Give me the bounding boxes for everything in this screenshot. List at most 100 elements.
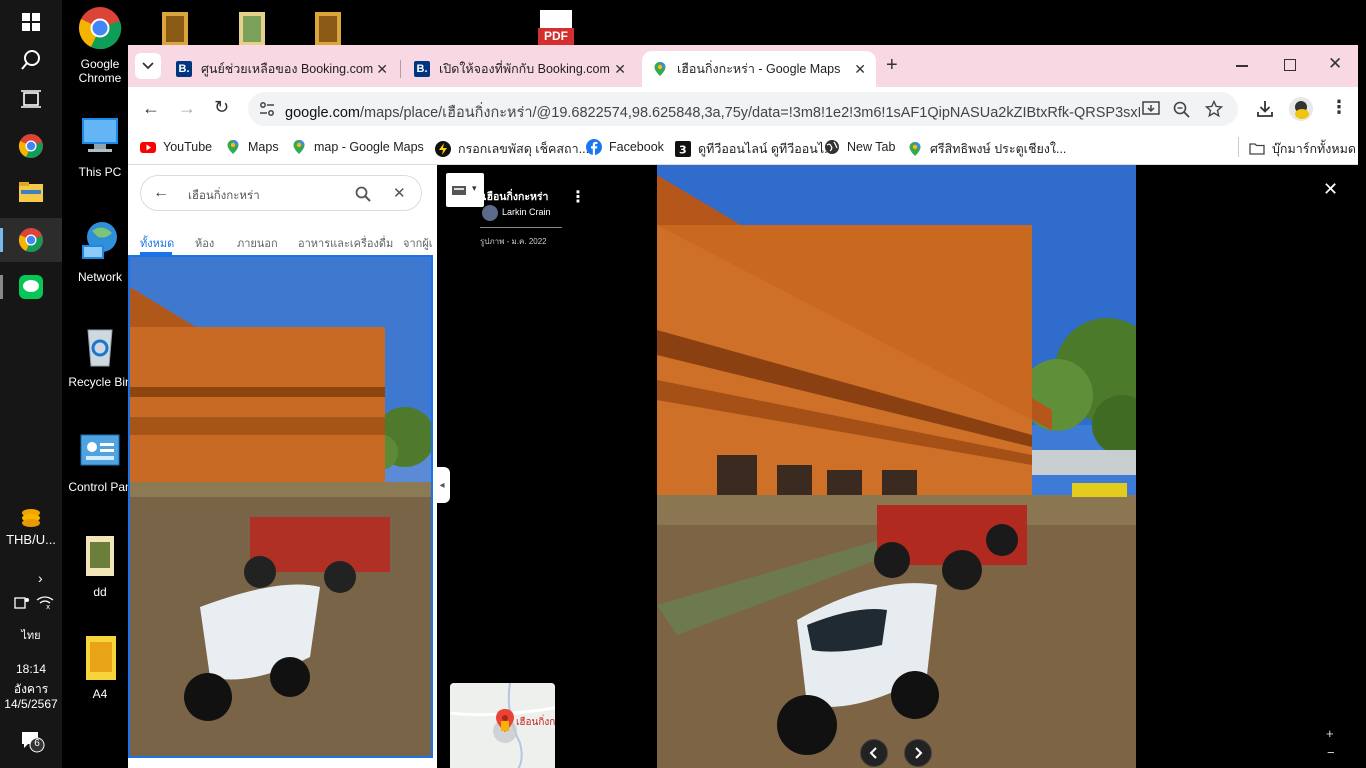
more-menu-icon[interactable]: ⋮ bbox=[1330, 97, 1348, 118]
bookmark-label: Maps bbox=[248, 140, 279, 154]
taskbar-chrome-2[interactable] bbox=[0, 218, 62, 262]
bookmark-facebook[interactable]: Facebook bbox=[586, 139, 664, 155]
desktop-icon-a4[interactable]: A4 bbox=[62, 636, 138, 701]
currency-widget-icon[interactable] bbox=[18, 505, 44, 531]
desktop-icon-label: Recycle Bin bbox=[68, 375, 132, 389]
bookmark-parcel-tracking[interactable]: กรอกเลขพัสดุ เช็คสถา... bbox=[435, 139, 589, 159]
photo-type-toggle[interactable]: ▾ bbox=[446, 173, 484, 207]
bookmarks-divider bbox=[1238, 137, 1239, 157]
zoom-in-button[interactable]: + bbox=[1326, 726, 1334, 741]
category-tab-rooms[interactable]: ห้อง bbox=[195, 234, 214, 252]
maps-page: ← เฮือนกิ่งกะหร่า ✕ ทั้งหมด ห้อง ภายนอก … bbox=[128, 165, 1358, 768]
close-icon[interactable]: ✕ bbox=[614, 61, 626, 78]
search-input[interactable]: เฮือนกิ่งกะหร่า bbox=[188, 187, 260, 205]
address-bar[interactable]: google.com/maps/place/เฮือนกิ่งกะหร่า/@1… bbox=[248, 92, 1238, 126]
bookmark-map-google-maps[interactable]: map - Google Maps bbox=[291, 139, 424, 155]
desktop-icon-network[interactable]: Network bbox=[62, 219, 138, 284]
search-icon[interactable] bbox=[355, 186, 371, 202]
forward-button[interactable]: → bbox=[178, 98, 196, 119]
next-photo-button[interactable] bbox=[904, 739, 932, 767]
tab-booking-join[interactable]: B. เปิดให้จองที่พักกับ Booking.com ✕ bbox=[404, 51, 636, 87]
category-tab-all[interactable]: ทั้งหมด bbox=[140, 234, 174, 252]
tab-divider bbox=[400, 60, 401, 78]
desktop-icon-recycle-bin[interactable]: Recycle Bin bbox=[62, 324, 138, 389]
search-button[interactable] bbox=[0, 38, 62, 82]
tablet-mode-icon[interactable] bbox=[14, 596, 30, 610]
bookmarks-bar: YouTube Maps map - Google Maps กรอกเลขพั… bbox=[128, 131, 1358, 165]
resort-photo bbox=[657, 165, 1136, 768]
category-tab-exterior[interactable]: ภายนอก bbox=[237, 234, 278, 252]
desktop-icon-this-pc[interactable]: This PC bbox=[62, 114, 138, 179]
contributor-name[interactable]: Larkin Crain bbox=[502, 207, 551, 217]
maximize-button[interactable] bbox=[1284, 59, 1296, 71]
chevron-left-icon bbox=[869, 747, 877, 759]
collapse-handle[interactable] bbox=[246, 761, 314, 768]
task-view-icon bbox=[21, 90, 41, 108]
taskbar-line[interactable] bbox=[0, 265, 62, 309]
taskbar-file-explorer[interactable] bbox=[0, 170, 62, 214]
image-file-icon bbox=[162, 12, 188, 46]
maps-search-box[interactable]: ← เฮือนกิ่งกะหร่า ✕ bbox=[140, 175, 422, 211]
url-text[interactable]: google.com/maps/place/เฮือนกิ่งกะหร่า/@1… bbox=[285, 101, 1140, 124]
back-arrow-icon[interactable]: ← bbox=[153, 184, 169, 202]
tab-search-button[interactable] bbox=[135, 53, 161, 79]
collapse-panel-button[interactable]: ◂ bbox=[434, 467, 450, 503]
bookmark-maps[interactable]: Maps bbox=[225, 139, 279, 155]
bookmark-star-icon[interactable] bbox=[1205, 100, 1223, 118]
reload-button[interactable]: ↻ bbox=[214, 97, 229, 118]
clock-time[interactable]: 18:14 bbox=[0, 662, 62, 676]
active-indicator bbox=[0, 228, 3, 252]
desktop-icon-label: Network bbox=[77, 270, 122, 284]
clock-date[interactable]: 14/5/2567 bbox=[0, 697, 62, 711]
site-info-icon[interactable] bbox=[259, 102, 275, 116]
more-options-icon[interactable]: ⋮ bbox=[570, 187, 586, 207]
task-view-button[interactable] bbox=[0, 77, 62, 121]
new-tab-button[interactable]: + bbox=[886, 54, 898, 77]
desktop-image-file-1[interactable] bbox=[158, 10, 192, 46]
tab-google-maps[interactable]: เฮือนกิ่งกะหร่า - Google Maps ✕ bbox=[642, 51, 876, 87]
back-button[interactable]: ← bbox=[142, 98, 160, 119]
tab-booking-help[interactable]: B. ศูนย์ช่วยเหลือของ Booking.com ✕ bbox=[166, 51, 398, 87]
network-disconnected-icon[interactable]: x bbox=[36, 596, 54, 611]
bookmark-label: กรอกเลขพัสดุ เช็คสถา... bbox=[458, 142, 590, 156]
minimize-button[interactable] bbox=[1236, 65, 1248, 67]
bookmark-tv-online[interactable]: 3 ดูทีวีออนไลน์ ดูทีวีออนไ... bbox=[675, 139, 835, 159]
clear-search-icon[interactable]: ✕ bbox=[393, 184, 406, 202]
profile-avatar[interactable] bbox=[1289, 97, 1313, 121]
desktop-icon-google-chrome[interactable]: Google Chrome bbox=[62, 6, 138, 85]
desktop-image-file-3[interactable] bbox=[311, 10, 345, 46]
currency-widget-label[interactable]: THB/U... bbox=[0, 532, 62, 547]
bookmark-srisitthipong[interactable]: ศรีสิทธิพงษ์ ประตูเชียงใ... bbox=[907, 139, 1066, 159]
bookmark-new-tab[interactable]: New Tab bbox=[824, 139, 895, 155]
close-icon[interactable]: ✕ bbox=[376, 61, 388, 78]
tab-title: ศูนย์ช่วยเหลือของ Booking.com bbox=[201, 62, 374, 76]
action-center-button[interactable]: 6 bbox=[20, 730, 46, 754]
input-language[interactable]: ไทย bbox=[0, 626, 62, 644]
category-tab-by-owner[interactable]: จากผู้เ bbox=[403, 234, 433, 252]
taskbar-chrome-1[interactable] bbox=[0, 124, 62, 168]
computer-icon bbox=[82, 118, 118, 152]
close-photo-viewer-button[interactable]: ✕ bbox=[1323, 179, 1338, 200]
zoom-out-button[interactable]: − bbox=[1327, 745, 1335, 760]
bookmark-youtube[interactable]: YouTube bbox=[140, 139, 212, 155]
tab-title: เฮือนกิ่งกะหร่า - Google Maps bbox=[677, 62, 841, 76]
close-window-button[interactable]: ✕ bbox=[1328, 54, 1342, 74]
show-hidden-icons-button[interactable]: › bbox=[38, 570, 43, 586]
install-app-icon[interactable] bbox=[1142, 101, 1160, 117]
previous-photo-button[interactable] bbox=[860, 739, 888, 767]
photo-thumbnail-selected[interactable] bbox=[128, 255, 433, 758]
desktop-icon-control-panel[interactable]: Control Pan bbox=[62, 429, 138, 494]
desktop-image-file-2[interactable] bbox=[235, 10, 269, 46]
maps-pin-icon bbox=[909, 142, 921, 156]
zoom-icon[interactable] bbox=[1173, 101, 1190, 118]
place-title[interactable]: เฮือนกิ่งกะหร่า bbox=[483, 188, 548, 205]
desktop-icon-dd[interactable]: dd bbox=[62, 534, 138, 599]
contributor-avatar[interactable] bbox=[482, 205, 498, 221]
main-photo[interactable] bbox=[657, 165, 1136, 768]
category-tab-food-drink[interactable]: อาหารและเครื่องดื่ม bbox=[298, 234, 393, 252]
desktop-pdf-file[interactable]: PDF bbox=[538, 10, 574, 46]
close-icon[interactable]: ✕ bbox=[854, 61, 866, 78]
downloads-icon[interactable] bbox=[1256, 100, 1274, 118]
mini-map[interactable]: เฮือนกิ่งก bbox=[450, 683, 555, 768]
all-bookmarks-button[interactable]: บุ๊กมาร์กทั้งหมด bbox=[1249, 139, 1356, 159]
